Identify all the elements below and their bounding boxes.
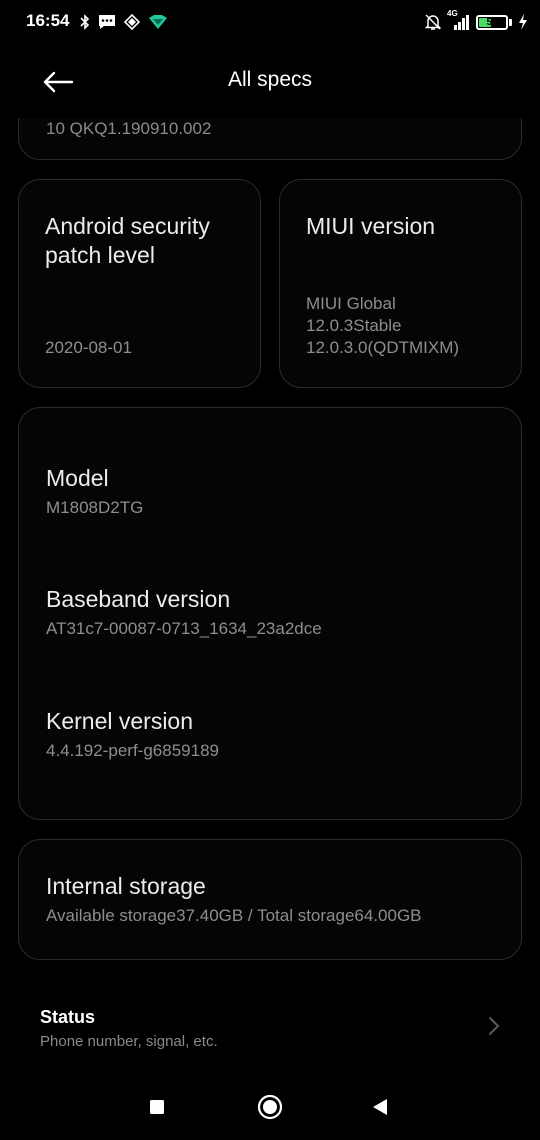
miui-version-line: 12.0.3.0(QDTMIXM) — [306, 338, 460, 357]
miui-version-title: MIUI version — [306, 213, 436, 239]
model-label: Model — [46, 465, 109, 491]
status-left-icons — [80, 12, 168, 32]
status-time: 16:54 — [26, 11, 70, 30]
status-subtitle: Phone number, signal, etc. — [40, 1033, 218, 1050]
app-header: All specs — [0, 44, 540, 118]
kernel-label: Kernel version — [46, 708, 194, 734]
triangle-back-icon — [373, 1099, 387, 1115]
miui-version-card[interactable]: MIUI version MIUI Global 12.0.3Stable 12… — [279, 179, 522, 388]
network-type-label: 4G — [447, 9, 458, 18]
miui-version-value: MIUI Global 12.0.3Stable 12.0.3.0(QDTMIX… — [306, 293, 511, 359]
storage-value: Available storage37.40GB / Total storage… — [46, 906, 422, 925]
model-value: M1808D2TG — [46, 498, 144, 517]
model-item[interactable]: Model M1808D2TG — [46, 464, 501, 520]
status-row[interactable]: Status Phone number, signal, etc. — [0, 991, 540, 1063]
baseband-label: Baseband version — [46, 586, 231, 612]
security-patch-card[interactable]: Android security patch level 2020-08-01 — [18, 179, 261, 388]
android-version-value: 10 QKQ1.190910.002 — [46, 119, 212, 138]
recents-button[interactable] — [135, 1092, 179, 1122]
storage-item: Internal storage Available storage37.40G… — [46, 872, 501, 928]
internal-storage-card[interactable]: Internal storage Available storage37.40G… — [18, 839, 522, 960]
bluetooth-icon — [80, 14, 90, 30]
security-patch-title-line1: Android security — [45, 213, 210, 239]
navigation-bar — [0, 1080, 540, 1140]
baseband-value: AT31c7-00087-0713_1634_23a2dce — [46, 619, 322, 638]
miui-version-line: 12.0.3Stable — [306, 316, 402, 335]
square-icon — [150, 1100, 164, 1114]
battery-tip — [509, 18, 512, 26]
security-patch-value: 2020-08-01 — [45, 338, 132, 357]
status-bar: 16:54 4G 51 — [0, 0, 540, 44]
baseband-item[interactable]: Baseband version AT31c7-00087-0713_1634_… — [46, 585, 501, 641]
battery-body: 51 — [476, 14, 508, 30]
storage-label: Internal storage — [46, 873, 206, 899]
signal-icon: 4G — [447, 9, 470, 30]
kernel-item[interactable]: Kernel version 4.4.192-perf-g6859189 — [46, 707, 501, 763]
battery-icon: 51 — [476, 14, 512, 30]
home-button[interactable] — [248, 1092, 292, 1122]
page-title: All specs — [227, 68, 313, 91]
home-circle-icon — [257, 1094, 283, 1120]
back-nav-button[interactable] — [358, 1092, 402, 1122]
notifications-off-icon — [424, 13, 442, 31]
device-info-card: Model M1808D2TG Baseband version AT31c7-… — [18, 407, 522, 820]
kernel-value: 4.4.192-perf-g6859189 — [46, 741, 219, 760]
android-version-card[interactable]: 10 QKQ1.190910.002 — [18, 118, 522, 160]
miui-version-line: MIUI Global — [306, 294, 396, 313]
app-notification-icon — [124, 14, 140, 30]
status-title: Status — [40, 1007, 96, 1027]
security-patch-title: Android security patch level — [45, 212, 246, 270]
message-icon — [98, 14, 116, 30]
vpn-shield-icon — [148, 14, 168, 30]
chevron-right-icon — [489, 1017, 500, 1035]
charging-icon — [518, 14, 528, 30]
security-patch-title-line2: patch level — [45, 242, 155, 268]
specs-content[interactable]: 10 QKQ1.190910.002 Android security patc… — [0, 118, 540, 1080]
status-right-icons: 4G 51 — [424, 9, 528, 32]
battery-level: 51 — [486, 16, 498, 28]
